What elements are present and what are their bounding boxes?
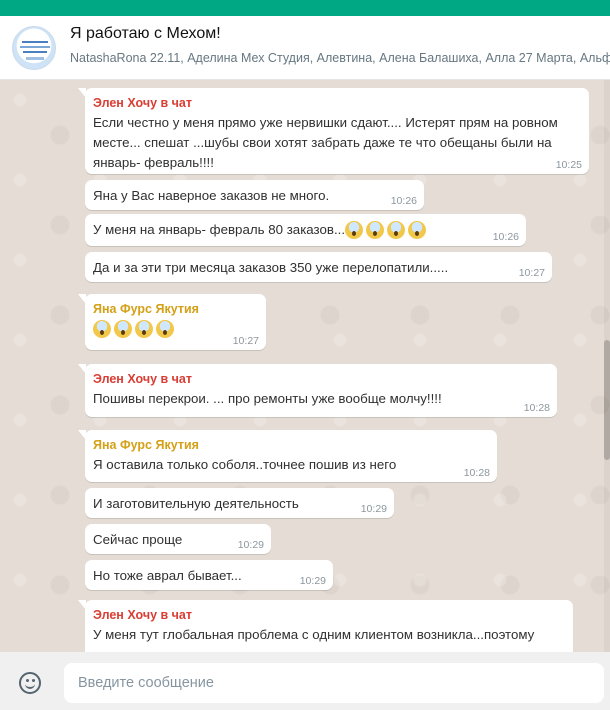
message-text: Я оставила только соболя..точнее пошив и… xyxy=(93,457,397,472)
message-bubble[interactable]: У меня на январь- февраль 80 заказов... … xyxy=(85,214,526,246)
sender-name: Элен Хочу в чат xyxy=(93,608,192,622)
sender-name: Яна Фурс Якутия xyxy=(93,302,199,316)
message-time: 10:26 xyxy=(492,231,519,243)
message-time: 10:27 xyxy=(518,267,545,279)
message-time: 10:25 xyxy=(555,159,582,171)
sender-name: Элен Хочу в чат xyxy=(93,372,192,386)
message-bubble[interactable]: Но тоже аврал бывает... 10:29 xyxy=(85,560,333,590)
message-bubble[interactable]: И заготовительную деятельность 10:29 xyxy=(85,488,394,518)
group-avatar-icon[interactable] xyxy=(12,26,56,70)
chat-header[interactable]: Я работаю с Мехом! NatashaRona 22.11, Ад… xyxy=(0,16,610,80)
message-bubble[interactable]: Элен Хочу в чат Если честно у меня прямо… xyxy=(78,88,589,174)
face-screaming-in-fear-emoji xyxy=(366,221,385,240)
message-time: 10:29 xyxy=(237,539,264,551)
window-accent-bar xyxy=(0,0,610,16)
message-bubble[interactable]: Элен Хочу в чат У меня тут глобальная пр… xyxy=(78,600,573,652)
message-bubble[interactable]: Элен Хочу в чат Пошивы перекрои. ... про… xyxy=(78,364,557,417)
message-text: И заготовительную деятельность xyxy=(93,496,299,511)
message-bubble[interactable]: Яна у Вас наверное заказов не много. 10:… xyxy=(85,180,424,210)
composer-bar xyxy=(0,652,610,710)
message-bubble[interactable]: Яна Фурс Якутия 10:27 xyxy=(78,294,266,350)
participants-list: NatashaRona 22.11, Аделина Мех Студия, А… xyxy=(70,51,610,65)
message-bubble[interactable]: Яна Фурс Якутия Я оставила только соболя… xyxy=(78,430,497,482)
face-screaming-in-fear-emoji xyxy=(408,221,427,240)
message-text: Яна у Вас наверное заказов не много. xyxy=(93,188,330,203)
message-text: Но тоже аврал бывает... xyxy=(93,568,242,583)
message-text: Пошивы перекрои. ... про ремонты уже воо… xyxy=(93,391,442,406)
sender-name: Элен Хочу в чат xyxy=(93,96,192,110)
sender-name: Яна Фурс Якутия xyxy=(93,438,199,452)
message-text: У меня тут глобальная проблема с одним к… xyxy=(93,627,535,642)
message-time: 10:26 xyxy=(390,195,417,207)
face-screaming-in-fear-emoji xyxy=(135,320,153,339)
message-time: 10:29 xyxy=(360,503,387,515)
message-input[interactable] xyxy=(64,663,604,703)
message-bubble[interactable]: Сейчас проще 10:29 xyxy=(85,524,271,554)
message-time: 10:28 xyxy=(463,467,490,479)
message-time: 10:28 xyxy=(523,402,550,414)
message-time: 10:27 xyxy=(232,335,259,347)
emoji-smile-icon[interactable] xyxy=(19,672,41,694)
chat-title: Я работаю с Мехом! xyxy=(70,25,221,42)
face-screaming-in-fear-emoji xyxy=(345,221,364,240)
message-text: У меня на январь- февраль 80 заказов... xyxy=(93,222,346,237)
message-text: Да и за эти три месяца заказов 350 уже п… xyxy=(93,260,449,275)
face-screaming-in-fear-emoji xyxy=(114,320,132,339)
chat-scrollbar[interactable] xyxy=(604,80,610,652)
message-text: Если честно у меня прямо уже нервишки сд… xyxy=(93,115,558,170)
face-screaming-in-fear-emoji xyxy=(93,320,111,339)
face-screaming-in-fear-emoji xyxy=(387,221,406,240)
face-screaming-in-fear-emoji xyxy=(156,320,174,339)
message-bubble[interactable]: Да и за эти три месяца заказов 350 уже п… xyxy=(85,252,552,282)
message-time: 10:29 xyxy=(299,575,326,587)
message-list[interactable]: Элен Хочу в чат Если честно у меня прямо… xyxy=(0,80,610,652)
